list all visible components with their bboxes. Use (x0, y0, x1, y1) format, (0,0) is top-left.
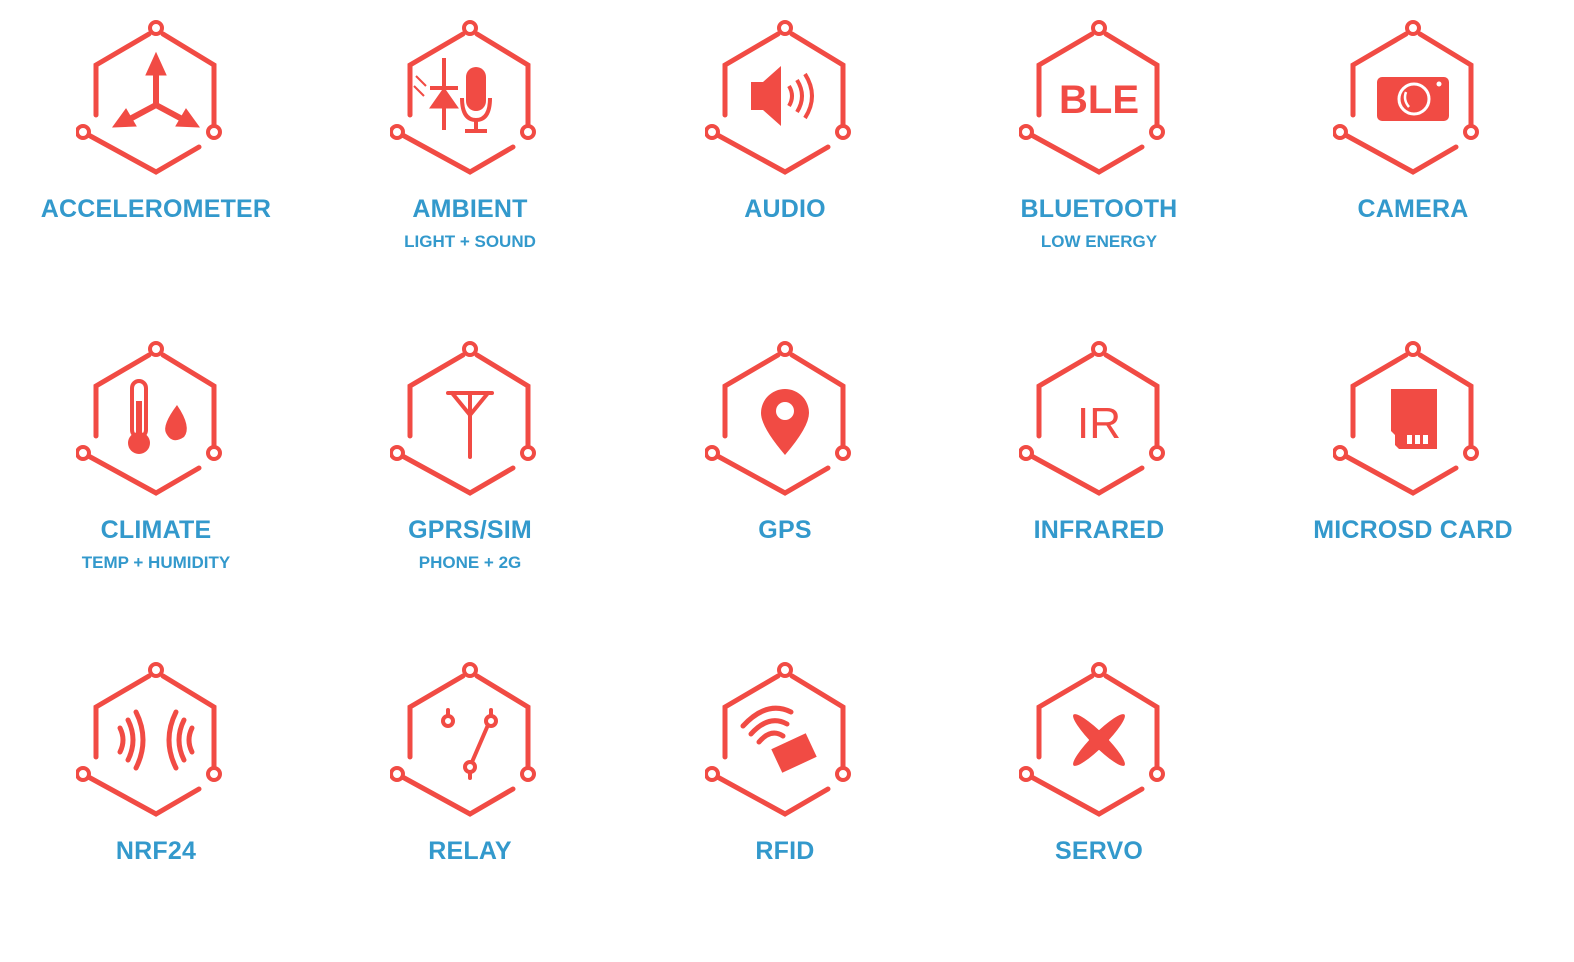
module-title: MICROSD CARD (1313, 516, 1513, 544)
module-title: GPRS/SIM (408, 516, 532, 544)
ble-icon: BLE (1059, 78, 1139, 122)
module-infrared[interactable]: IR INFRARED (949, 341, 1249, 641)
hexagon-frame (76, 662, 222, 817)
module-climate[interactable]: CLIMATE TEMP + HUMIDITY (6, 341, 306, 641)
hexagon-frame: BLE (1019, 20, 1165, 175)
ir-icon: IR (1077, 399, 1121, 448)
module-relay[interactable]: RELAY (320, 662, 620, 962)
module-camera[interactable]: CAMERA (1263, 20, 1563, 320)
module-subtitle: LOW ENERGY (1040, 232, 1158, 251)
hexagon-frame (76, 20, 222, 175)
hexagon-frame (76, 341, 222, 496)
module-microsd-card[interactable]: MICROSD CARD (1263, 341, 1563, 641)
three-arrows-icon (111, 51, 201, 128)
module-title: ACCELEROMETER (40, 195, 272, 223)
module-ambient[interactable]: AMBIENT LIGHT + SOUND (320, 20, 620, 320)
module-title: NRF24 (115, 837, 197, 865)
module-rfid[interactable]: RFID (635, 662, 935, 962)
module-bluetooth[interactable]: BLE BLUETOOTH LOW ENERGY (949, 20, 1249, 320)
module-audio[interactable]: AUDIO (635, 20, 935, 320)
switch-icon (441, 708, 498, 780)
hexagon-frame (1333, 20, 1479, 175)
module-title: SERVO (1054, 837, 1144, 865)
module-title: RELAY (428, 837, 512, 865)
module-title: AUDIO (744, 195, 826, 223)
module-title: CLIMATE (100, 516, 212, 544)
propeller-icon (1073, 714, 1125, 766)
antenna-icon (446, 391, 494, 459)
module-title: RFID (755, 837, 815, 865)
hexagon-frame (390, 20, 536, 175)
hexagon-frame (1333, 341, 1479, 496)
module-subtitle: TEMP + HUMIDITY (81, 553, 231, 572)
module-title: AMBIENT (412, 195, 528, 223)
module-gps[interactable]: GPS (635, 341, 935, 641)
module-title: INFRARED (1033, 516, 1165, 544)
rfid-card-icon (740, 705, 817, 773)
hexagon-frame (705, 20, 851, 175)
radio-waves-icon (117, 709, 195, 771)
hexagon-frame: IR (1019, 341, 1165, 496)
module-subtitle: PHONE + 2G (418, 553, 522, 572)
hexagon-frame (705, 662, 851, 817)
hexagon-frame (390, 662, 536, 817)
speaker-icon (751, 66, 814, 126)
module-title: GPS (758, 516, 812, 544)
hexagon-frame (705, 341, 851, 496)
map-pin-icon (761, 389, 809, 455)
sd-card-icon (1391, 389, 1437, 449)
module-title: BLUETOOTH (1020, 195, 1178, 223)
module-nrf24[interactable]: NRF24 (6, 662, 306, 962)
module-accelerometer[interactable]: ACCELEROMETER (6, 20, 306, 320)
light-sound-icon (413, 58, 492, 133)
hexagon-frame (1019, 662, 1165, 817)
thermometer-drop-icon (128, 379, 187, 454)
module-subtitle: LIGHT + SOUND (404, 232, 536, 251)
module-servo[interactable]: SERVO (949, 662, 1249, 962)
hexagon-frame (390, 341, 536, 496)
module-gprs-sim[interactable]: GPRS/SIM PHONE + 2G (320, 341, 620, 641)
camera-icon (1377, 77, 1449, 121)
module-title: CAMERA (1357, 195, 1469, 223)
